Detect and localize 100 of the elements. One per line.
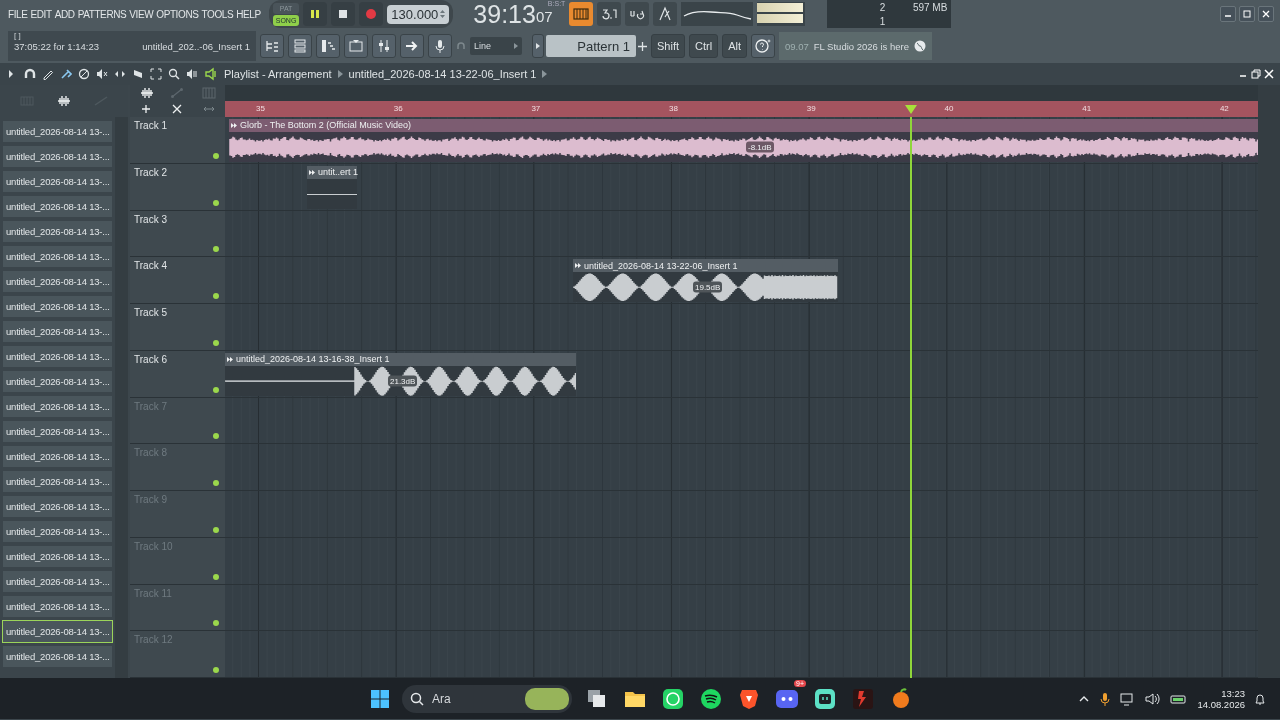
- audio-clip[interactable]: untitled_2026-08-14 13-22-06_Insert 1 19.5dB: [573, 259, 838, 302]
- track-enable-switch[interactable]: [213, 199, 219, 206]
- clip-source-item[interactable]: untitled_2026-08-14 13-...: [2, 120, 113, 143]
- stop-button[interactable]: [331, 2, 356, 26]
- modifier-key[interactable]: Ctrl: [689, 34, 719, 58]
- clip-source-item[interactable]: untitled_2026-08-14 13-...: [2, 370, 113, 393]
- slice-icon[interactable]: [132, 68, 144, 80]
- toolbar-button[interactable]: [653, 2, 678, 26]
- speaker-icon[interactable]: [204, 67, 218, 81]
- track-enable-switch[interactable]: [213, 573, 219, 580]
- tool-button[interactable]: [372, 34, 396, 58]
- track-lane[interactable]: untitled_2026-08-14 13-16-38_Insert 1 21.3dB: [225, 350, 1258, 397]
- clip-source-item[interactable]: untitled_2026-08-14 13-...: [2, 170, 113, 193]
- close-icon[interactable]: [1264, 69, 1274, 79]
- track-lane[interactable]: untit..ert 1: [225, 163, 1258, 210]
- tool-button[interactable]: [428, 34, 452, 58]
- scrollbar[interactable]: [115, 117, 128, 678]
- clip-source-item[interactable]: untitled_2026-08-14 13-...: [2, 195, 113, 218]
- track-enable-switch[interactable]: [213, 386, 219, 393]
- clip-source-item[interactable]: untitled_2026-08-14 13-...: [2, 345, 113, 368]
- zoom-icon[interactable]: [168, 68, 180, 80]
- select-icon[interactable]: [150, 68, 162, 80]
- toolbar-button[interactable]: [625, 2, 650, 26]
- bolt-icon[interactable]: [851, 686, 875, 711]
- track-enable-switch[interactable]: [213, 433, 219, 440]
- news-panel[interactable]: 09.07 FL Studio 2026 is here: [778, 32, 932, 60]
- menu-item[interactable]: HELP: [236, 8, 261, 20]
- menu-item[interactable]: VIEW: [129, 8, 154, 20]
- clip-source-item[interactable]: untitled_2026-08-14 13-...: [2, 645, 113, 668]
- clip-header[interactable]: Glorb - The Bottom 2 (Official Music Video): [229, 119, 1258, 132]
- clip-source-item[interactable]: untitled_2026-08-14 13-...: [2, 270, 113, 293]
- scrollbar[interactable]: [1258, 117, 1280, 678]
- menu-item[interactable]: OPTIONS: [156, 8, 199, 20]
- clip-header[interactable]: untitled_2026-08-14 13-22-06_Insert 1: [573, 259, 838, 272]
- clip-source-item[interactable]: untitled_2026-08-14 13-...: [2, 445, 113, 468]
- tempo-field[interactable]: 130.000: [387, 4, 450, 24]
- help-button[interactable]: [750, 34, 775, 58]
- plus-icon[interactable]: [638, 41, 647, 51]
- clip-source-item[interactable]: untitled_2026-08-14 13-...: [2, 220, 113, 243]
- pause-button[interactable]: [303, 2, 328, 26]
- search-field[interactable]: Ara: [402, 684, 572, 713]
- menu-item[interactable]: FILE: [8, 8, 28, 20]
- microphone-icon[interactable]: [1099, 691, 1112, 706]
- menu-item[interactable]: PATTERNS: [77, 8, 127, 20]
- menu-item[interactable]: EDIT: [30, 8, 52, 20]
- snap-dropdown[interactable]: Line: [470, 37, 522, 55]
- clip-source-item[interactable]: untitled_2026-08-14 13-...: [2, 620, 113, 643]
- audio-clip[interactable]: untit..ert 1: [307, 165, 357, 209]
- clip-source-item[interactable]: untitled_2026-08-14 13-...: [2, 295, 113, 318]
- clip-source-item[interactable]: untitled_2026-08-14 13-...: [2, 545, 113, 568]
- menu-item[interactable]: ADD: [54, 8, 75, 20]
- brush-icon[interactable]: [60, 68, 72, 80]
- clock-time[interactable]: 13:23: [1221, 687, 1245, 699]
- track-lane[interactable]: untitled_2026-08-14 13-22-06_Insert 1 19.5dB: [225, 257, 1258, 303]
- audio-wave-icon[interactable]: [56, 95, 72, 107]
- robot-icon[interactable]: [813, 686, 837, 711]
- mute-icon[interactable]: [96, 68, 108, 80]
- pattern-selector[interactable]: Pattern 1: [546, 35, 636, 57]
- speaker-icon[interactable]: [1145, 691, 1162, 706]
- track-enable-switch[interactable]: [213, 526, 219, 533]
- music-circle-icon[interactable]: [699, 686, 723, 711]
- chat-bubble-icon[interactable]: [661, 686, 685, 711]
- clip-source-item[interactable]: untitled_2026-08-14 13-...: [2, 595, 113, 618]
- restore-icon[interactable]: [1251, 69, 1261, 79]
- window-button[interactable]: [1239, 6, 1255, 22]
- clip-source-item[interactable]: untitled_2026-08-14 13-...: [2, 320, 113, 343]
- tool-button[interactable]: [260, 34, 284, 58]
- clip-source-item[interactable]: untitled_2026-08-14 13-...: [2, 245, 113, 268]
- track-enable-switch[interactable]: [213, 339, 219, 346]
- clip-source-item[interactable]: untitled_2026-08-14 13-...: [2, 470, 113, 493]
- breadcrumb-item[interactable]: untitled_2026-08-14 13-22-06_Insert 1: [348, 68, 537, 80]
- pencil-icon[interactable]: [42, 68, 54, 80]
- clip-header[interactable]: untit..ert 1: [307, 165, 357, 179]
- clip-source-item[interactable]: untitled_2026-08-14 13-...: [2, 420, 113, 443]
- audio-wave-icon[interactable]: [138, 87, 153, 99]
- clip-source-item[interactable]: untitled_2026-08-14 13-...: [2, 570, 113, 593]
- clip-header[interactable]: untitled_2026-08-14 13-16-38_Insert 1: [225, 352, 576, 366]
- track-enable-switch[interactable]: [213, 246, 219, 253]
- window-button[interactable]: [1258, 6, 1274, 22]
- clip-source-item[interactable]: untitled_2026-08-14 13-...: [2, 495, 113, 518]
- menu-item[interactable]: TOOLS: [201, 8, 234, 20]
- tool-button[interactable]: [400, 34, 424, 58]
- battery-icon[interactable]: [1170, 692, 1189, 705]
- tool-button[interactable]: [344, 34, 368, 58]
- track-enable-switch[interactable]: [213, 620, 219, 627]
- window-button[interactable]: [1220, 6, 1236, 22]
- modifier-key[interactable]: Alt: [722, 34, 747, 58]
- toolbar-button[interactable]: [597, 2, 622, 26]
- track-enable-switch[interactable]: [213, 152, 219, 159]
- clip-source-item[interactable]: untitled_2026-08-14 13-...: [2, 520, 113, 543]
- audio-clip[interactable]: untitled_2026-08-14 13-16-38_Insert 1 21.3dB: [225, 352, 576, 396]
- slip-icon[interactable]: [114, 68, 126, 80]
- clip-source-item[interactable]: untitled_2026-08-14 13-...: [2, 395, 113, 418]
- track-enable-switch[interactable]: [213, 480, 219, 486]
- magnet-icon[interactable]: [24, 68, 36, 80]
- track-enable-switch[interactable]: [213, 293, 219, 299]
- playhead-marker[interactable]: [905, 105, 917, 114]
- windows-logo-icon[interactable]: [370, 688, 390, 709]
- clip-source-item[interactable]: untitled_2026-08-14 13-...: [2, 145, 113, 168]
- toolbar-button[interactable]: [569, 2, 594, 26]
